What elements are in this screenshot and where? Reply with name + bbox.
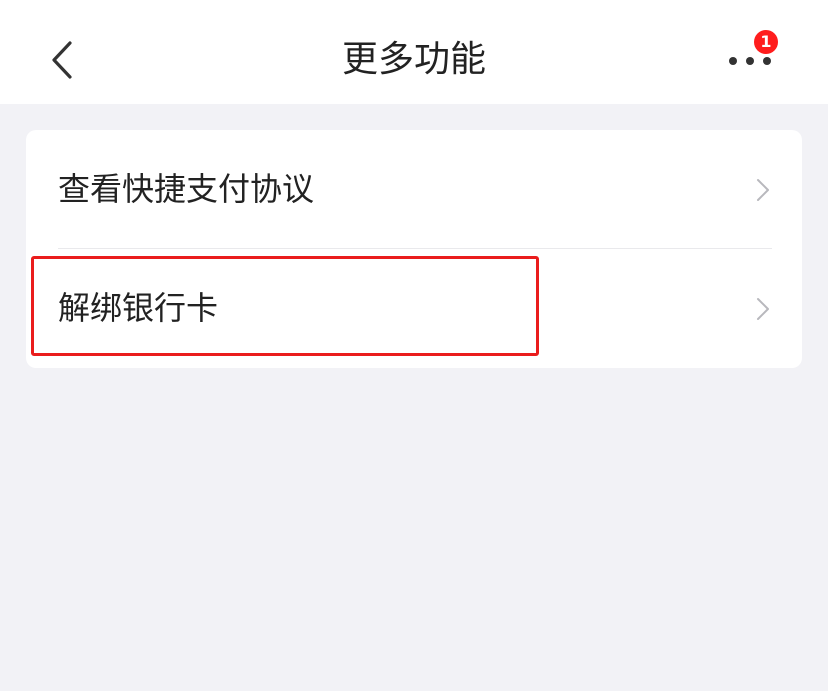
notification-badge: 1	[754, 30, 778, 54]
ellipsis-icon	[729, 57, 771, 65]
list-item-view-quick-pay-agreement[interactable]: 查看快捷支付协议	[26, 130, 802, 249]
list-item-unbind-bank-card[interactable]: 解绑银行卡	[26, 249, 802, 367]
more-options-button[interactable]: 1	[718, 30, 788, 86]
page-title: 更多功能	[341, 39, 486, 80]
chevron-right-icon	[757, 179, 769, 201]
chevron-right-icon	[757, 298, 769, 320]
menu-card: 查看快捷支付协议 解绑银行卡	[26, 130, 802, 368]
list-item-label: 查看快捷支付协议	[58, 170, 315, 208]
navigation-bar: 更多功能 1	[0, 0, 828, 104]
list-item-label: 解绑银行卡	[58, 289, 219, 327]
